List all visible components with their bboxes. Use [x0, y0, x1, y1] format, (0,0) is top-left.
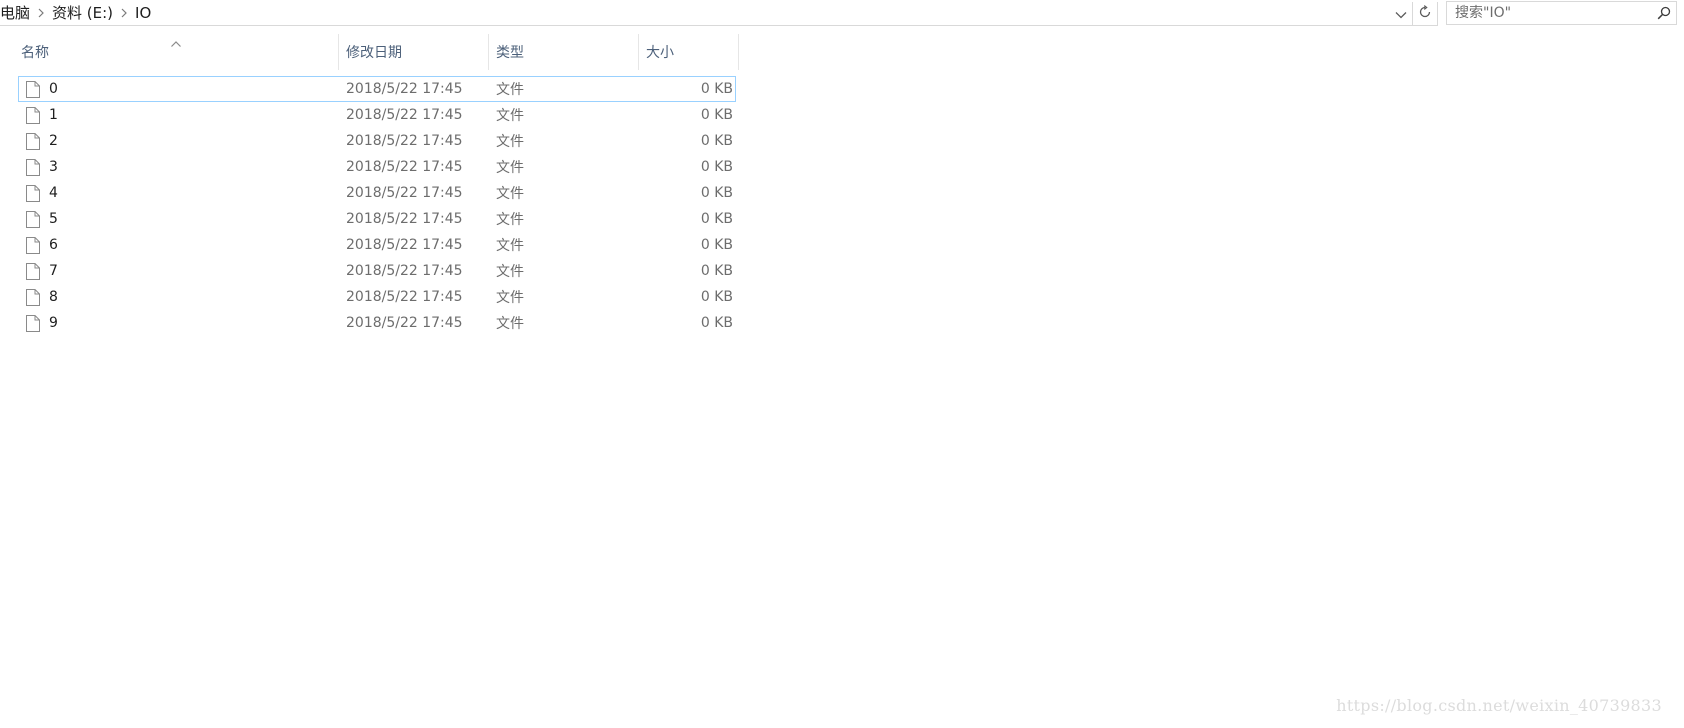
file-modified: 2018/5/22 17:45	[346, 289, 463, 305]
watermark-text: https://blog.csdn.net/weixin_40739833	[1336, 696, 1662, 715]
file-modified: 2018/5/22 17:45	[346, 133, 463, 149]
search-icon[interactable]	[1652, 2, 1676, 24]
file-icon	[26, 314, 42, 332]
file-row[interactable]: 0 2018/5/22 17:45 文件 0 KB	[18, 76, 736, 102]
file-name: 4	[49, 185, 58, 201]
file-icon	[26, 132, 42, 150]
file-icon	[26, 236, 42, 254]
file-size: 0 KB	[700, 289, 733, 305]
file-icon	[26, 158, 42, 176]
file-modified: 2018/5/22 17:45	[346, 211, 463, 227]
file-size: 0 KB	[700, 107, 733, 123]
file-name: 8	[49, 289, 58, 305]
file-icon	[26, 210, 42, 228]
file-size: 0 KB	[700, 185, 733, 201]
file-icon	[26, 184, 42, 202]
file-size: 0 KB	[700, 263, 733, 279]
file-row[interactable]: 6 2018/5/22 17:45 文件 0 KB	[18, 232, 736, 258]
file-icon	[26, 106, 42, 124]
file-name: 6	[49, 237, 58, 253]
file-row[interactable]: 7 2018/5/22 17:45 文件 0 KB	[18, 258, 736, 284]
search-input[interactable]	[1447, 2, 1652, 24]
breadcrumb-item-drive[interactable]: 资料 (E:)	[49, 2, 116, 23]
file-name: 0	[49, 81, 58, 97]
file-name: 1	[49, 107, 58, 123]
file-modified: 2018/5/22 17:45	[346, 237, 463, 253]
file-type: 文件	[496, 134, 524, 150]
file-type: 文件	[496, 108, 524, 124]
chevron-right-icon[interactable]	[33, 6, 49, 20]
file-row[interactable]: 1 2018/5/22 17:45 文件 0 KB	[18, 102, 736, 128]
file-type: 文件	[496, 160, 524, 176]
file-type: 文件	[496, 316, 524, 332]
file-row[interactable]: 2 2018/5/22 17:45 文件 0 KB	[18, 128, 736, 154]
file-modified: 2018/5/22 17:45	[346, 315, 463, 331]
column-header-row: 名称 修改日期 类型 大小	[19, 34, 739, 70]
breadcrumb: 电脑 资料 (E:) IO	[0, 0, 154, 25]
file-list: 0 2018/5/22 17:45 文件 0 KB 1 2018/5/22 17…	[18, 76, 736, 336]
file-type: 文件	[496, 238, 524, 254]
file-row[interactable]: 4 2018/5/22 17:45 文件 0 KB	[18, 180, 736, 206]
file-type: 文件	[496, 264, 524, 280]
address-history-button[interactable]	[1390, 2, 1412, 26]
file-type: 文件	[496, 186, 524, 202]
file-size: 0 KB	[700, 315, 733, 331]
address-bar[interactable]: 电脑 资料 (E:) IO	[0, 0, 1438, 26]
chevron-right-icon[interactable]	[116, 6, 132, 20]
address-controls	[1390, 1, 1438, 26]
file-type: 文件	[496, 82, 524, 98]
file-modified: 2018/5/22 17:45	[346, 185, 463, 201]
file-size: 0 KB	[700, 81, 733, 97]
file-row[interactable]: 5 2018/5/22 17:45 文件 0 KB	[18, 206, 736, 232]
file-modified: 2018/5/22 17:45	[346, 159, 463, 175]
file-icon	[26, 262, 42, 280]
breadcrumb-item-folder[interactable]: IO	[132, 4, 154, 22]
file-row[interactable]: 9 2018/5/22 17:45 文件 0 KB	[18, 310, 736, 336]
chevron-down-icon	[1395, 4, 1407, 23]
file-size: 0 KB	[700, 237, 733, 253]
file-name: 2	[49, 133, 58, 149]
file-icon	[26, 80, 42, 98]
refresh-icon	[1418, 4, 1432, 23]
column-header-modified[interactable]: 修改日期	[339, 34, 489, 70]
file-row[interactable]: 3 2018/5/22 17:45 文件 0 KB	[18, 154, 736, 180]
search-box[interactable]	[1446, 1, 1677, 25]
file-icon	[26, 288, 42, 306]
column-header-size[interactable]: 大小	[639, 34, 739, 70]
file-size: 0 KB	[700, 159, 733, 175]
file-row[interactable]: 8 2018/5/22 17:45 文件 0 KB	[18, 284, 736, 310]
breadcrumb-item-computer[interactable]: 电脑	[0, 2, 33, 23]
file-modified: 2018/5/22 17:45	[346, 107, 463, 123]
file-name: 7	[49, 263, 58, 279]
file-explorer-window: 电脑 资料 (E:) IO 搜索"IO" 名称 修改日期 类型 大小 0 201…	[0, 0, 1684, 728]
file-name: 5	[49, 211, 58, 227]
file-name: 9	[49, 315, 58, 331]
column-header-name[interactable]: 名称	[19, 34, 339, 70]
file-name: 3	[49, 159, 58, 175]
file-size: 0 KB	[700, 133, 733, 149]
file-type: 文件	[496, 290, 524, 306]
file-type: 文件	[496, 212, 524, 228]
file-modified: 2018/5/22 17:45	[346, 81, 463, 97]
file-size: 0 KB	[700, 211, 733, 227]
refresh-button[interactable]	[1412, 1, 1438, 26]
file-modified: 2018/5/22 17:45	[346, 263, 463, 279]
column-header-type[interactable]: 类型	[489, 34, 639, 70]
